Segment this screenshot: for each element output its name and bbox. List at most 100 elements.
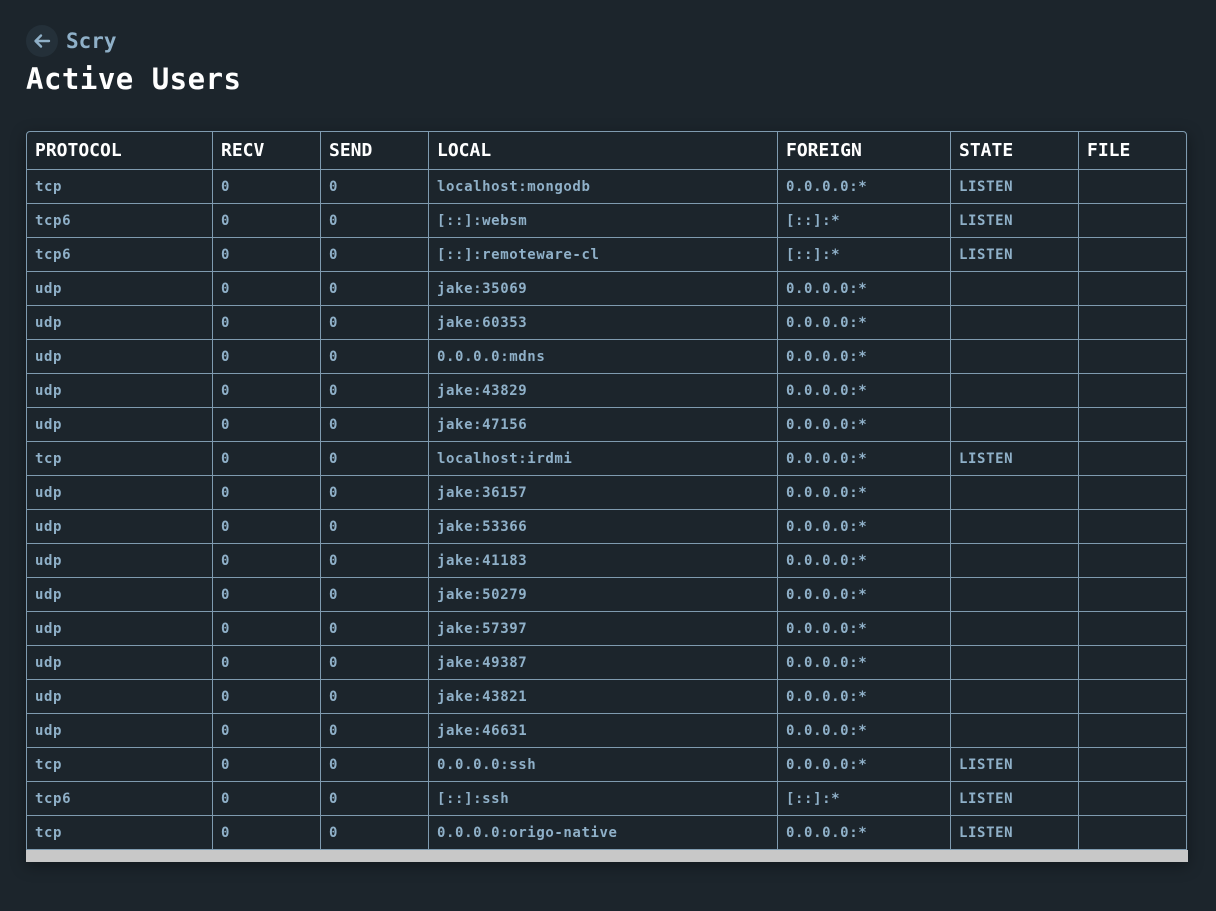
cell-file: [1079, 170, 1186, 204]
cell-send: 0: [321, 374, 429, 408]
connections-table-container: PROTOCOL RECV SEND LOCAL FOREIGN STATE F…: [26, 131, 1188, 862]
table-row[interactable]: udp 0 0 jake:47156 0.0.0.0:*: [27, 408, 1186, 442]
table-row[interactable]: udp 0 0 jake:36157 0.0.0.0:*: [27, 476, 1186, 510]
cell-file: [1079, 306, 1186, 340]
connections-table: PROTOCOL RECV SEND LOCAL FOREIGN STATE F…: [26, 131, 1187, 850]
cell-recv: 0: [213, 442, 321, 476]
cell-state: LISTEN: [951, 748, 1079, 782]
column-header-state[interactable]: STATE: [951, 132, 1079, 170]
table-row[interactable]: udp 0 0 jake:57397 0.0.0.0:*: [27, 612, 1186, 646]
cell-recv: 0: [213, 306, 321, 340]
table-row[interactable]: tcp6 0 0 [::]:websm [::]:* LISTEN: [27, 204, 1186, 238]
table-row[interactable]: tcp 0 0 0.0.0.0:origo-native 0.0.0.0:* LISTEN: [27, 816, 1186, 849]
table-row[interactable]: udp 0 0 jake:60353 0.0.0.0:*: [27, 306, 1186, 340]
column-header-protocol[interactable]: PROTOCOL: [27, 132, 213, 170]
cell-send: 0: [321, 612, 429, 646]
cell-recv: 0: [213, 204, 321, 238]
cell-file: [1079, 782, 1186, 816]
cell-state: LISTEN: [951, 442, 1079, 476]
column-header-foreign[interactable]: FOREIGN: [778, 132, 951, 170]
cell-protocol: udp: [27, 340, 213, 374]
cell-foreign: 0.0.0.0:*: [778, 748, 951, 782]
cell-send: 0: [321, 680, 429, 714]
table-row[interactable]: tcp 0 0 0.0.0.0:ssh 0.0.0.0:* LISTEN: [27, 748, 1186, 782]
cell-send: 0: [321, 510, 429, 544]
cell-protocol: udp: [27, 578, 213, 612]
cell-protocol: tcp: [27, 816, 213, 849]
cell-local: jake:36157: [429, 476, 778, 510]
cell-foreign: 0.0.0.0:*: [778, 476, 951, 510]
cell-recv: 0: [213, 170, 321, 204]
cell-foreign: 0.0.0.0:*: [778, 374, 951, 408]
table-row[interactable]: udp 0 0 jake:49387 0.0.0.0:*: [27, 646, 1186, 680]
cell-send: 0: [321, 748, 429, 782]
page-title: Active Users: [26, 62, 242, 96]
cell-send: 0: [321, 272, 429, 306]
cell-local: jake:35069: [429, 272, 778, 306]
cell-recv: 0: [213, 646, 321, 680]
cell-state: [951, 646, 1079, 680]
cell-protocol: tcp6: [27, 238, 213, 272]
column-header-file[interactable]: FILE: [1079, 132, 1186, 170]
cell-local: jake:41183: [429, 544, 778, 578]
cell-send: 0: [321, 476, 429, 510]
cell-foreign: 0.0.0.0:*: [778, 816, 951, 849]
cell-foreign: [::]:*: [778, 204, 951, 238]
table-row[interactable]: udp 0 0 0.0.0.0:mdns 0.0.0.0:*: [27, 340, 1186, 374]
cell-recv: 0: [213, 816, 321, 849]
table-row[interactable]: udp 0 0 jake:43821 0.0.0.0:*: [27, 680, 1186, 714]
cell-file: [1079, 646, 1186, 680]
table-row[interactable]: udp 0 0 jake:43829 0.0.0.0:*: [27, 374, 1186, 408]
cell-recv: 0: [213, 510, 321, 544]
cell-file: [1079, 476, 1186, 510]
table-row[interactable]: udp 0 0 jake:41183 0.0.0.0:*: [27, 544, 1186, 578]
cell-file: [1079, 238, 1186, 272]
table-row[interactable]: udp 0 0 jake:46631 0.0.0.0:*: [27, 714, 1186, 748]
cell-recv: 0: [213, 578, 321, 612]
table-row[interactable]: tcp 0 0 localhost:irdmi 0.0.0.0:* LISTEN: [27, 442, 1186, 476]
cell-foreign: [::]:*: [778, 782, 951, 816]
cell-protocol: udp: [27, 714, 213, 748]
cell-file: [1079, 442, 1186, 476]
arrow-left-icon: [33, 32, 51, 50]
cell-state: [951, 612, 1079, 646]
table-row[interactable]: udp 0 0 jake:50279 0.0.0.0:*: [27, 578, 1186, 612]
table-row[interactable]: udp 0 0 jake:35069 0.0.0.0:*: [27, 272, 1186, 306]
cell-protocol: udp: [27, 612, 213, 646]
cell-state: LISTEN: [951, 238, 1079, 272]
cell-file: [1079, 816, 1186, 849]
cell-local: localhost:irdmi: [429, 442, 778, 476]
cell-send: 0: [321, 578, 429, 612]
cell-recv: 0: [213, 476, 321, 510]
cell-protocol: tcp: [27, 748, 213, 782]
cell-send: 0: [321, 816, 429, 849]
cell-send: 0: [321, 170, 429, 204]
back-button[interactable]: [26, 25, 58, 57]
table-row[interactable]: tcp6 0 0 [::]:ssh [::]:* LISTEN: [27, 782, 1186, 816]
cell-foreign: 0.0.0.0:*: [778, 272, 951, 306]
cell-protocol: udp: [27, 374, 213, 408]
cell-local: jake:49387: [429, 646, 778, 680]
cell-protocol: udp: [27, 544, 213, 578]
cell-recv: 0: [213, 544, 321, 578]
table-row[interactable]: udp 0 0 jake:53366 0.0.0.0:*: [27, 510, 1186, 544]
cell-recv: 0: [213, 748, 321, 782]
column-header-send[interactable]: SEND: [321, 132, 429, 170]
table-row[interactable]: tcp6 0 0 [::]:remoteware-cl [::]:* LISTEN: [27, 238, 1186, 272]
column-header-local[interactable]: LOCAL: [429, 132, 778, 170]
table-row[interactable]: tcp 0 0 localhost:mongodb 0.0.0.0:* LISTEN: [27, 170, 1186, 204]
horizontal-scrollbar[interactable]: [26, 850, 1188, 862]
cell-local: jake:53366: [429, 510, 778, 544]
cell-local: localhost:mongodb: [429, 170, 778, 204]
cell-local: 0.0.0.0:origo-native: [429, 816, 778, 849]
cell-file: [1079, 714, 1186, 748]
cell-recv: 0: [213, 782, 321, 816]
cell-state: LISTEN: [951, 782, 1079, 816]
cell-recv: 0: [213, 340, 321, 374]
cell-foreign: 0.0.0.0:*: [778, 646, 951, 680]
app-name-link[interactable]: Scry: [66, 29, 117, 53]
cell-foreign: [::]:*: [778, 238, 951, 272]
cell-foreign: 0.0.0.0:*: [778, 306, 951, 340]
column-header-recv[interactable]: RECV: [213, 132, 321, 170]
cell-protocol: tcp6: [27, 204, 213, 238]
